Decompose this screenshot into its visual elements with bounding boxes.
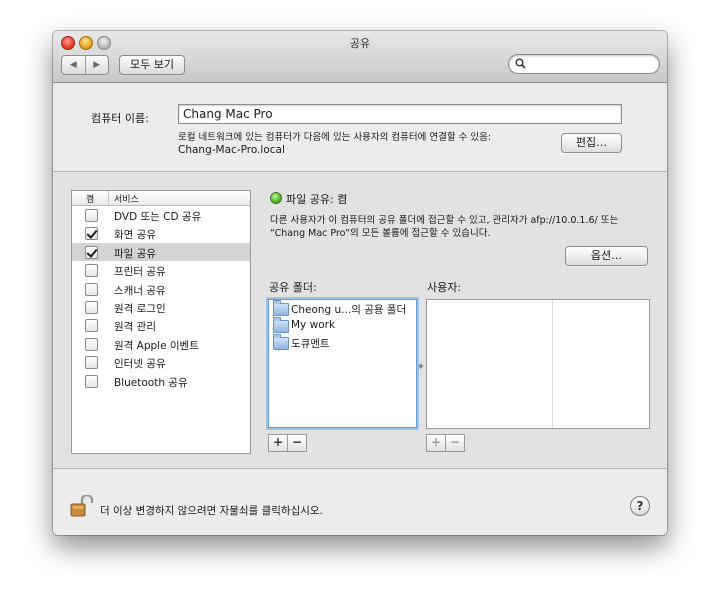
service-checkbox[interactable] xyxy=(85,264,98,278)
file-sharing-info-line: 다른 사용자가 이 컴퓨터의 공유 폴더에 접근할 수 있고, 관리자가 afp… xyxy=(270,215,619,226)
title-bar: 공유 ◀ ▶ 모두 보기 xyxy=(53,31,667,83)
service-row[interactable]: 스캐너 공유 xyxy=(72,280,250,298)
service-label: 원격 관리 xyxy=(114,321,156,334)
preferences-window: 공유 ◀ ▶ 모두 보기 컴퓨터 이름: Chang Mac Pro 로컬 네트… xyxy=(53,31,667,535)
service-label: 인터넷 공유 xyxy=(114,358,166,371)
help-button[interactable]: ? xyxy=(630,496,650,516)
service-row[interactable]: 인터넷 공유 xyxy=(72,353,250,371)
footer-bar: 더 이상 변경하지 않으려면 자물쇠를 클릭하십시오. ? xyxy=(53,469,667,535)
forward-icon[interactable]: ▶ xyxy=(84,56,109,74)
shared-folders-label: 공유 폴더: xyxy=(269,281,317,294)
column-divider xyxy=(108,191,109,205)
service-row[interactable]: 원격 로그인 xyxy=(72,298,250,316)
file-sharing-info: 다른 사용자가 이 컴퓨터의 공유 폴더에 접근할 수 있고, 관리자가 afp… xyxy=(270,214,655,240)
service-checkbox[interactable] xyxy=(85,227,98,241)
computer-name-section: 컴퓨터 이름: Chang Mac Pro 로컬 네트워크에 있는 컴퓨터가 다… xyxy=(53,83,667,172)
users-label: 사용자: xyxy=(427,281,462,294)
folder-icon xyxy=(273,334,289,350)
unlocked-padlock-icon[interactable] xyxy=(70,495,94,517)
add-user-button[interactable]: + xyxy=(426,434,446,452)
service-list-header: 켬 서비스 xyxy=(72,191,250,206)
service-list: 켬 서비스 DVD 또는 CD 공유화면 공유파일 공유프린터 공유스캐너 공유… xyxy=(71,190,251,454)
shared-folders-list[interactable]: Cheong u...의 공용 폴더 My work 도큐멘트 xyxy=(268,299,417,428)
folder-icon xyxy=(273,300,289,316)
service-checkbox[interactable] xyxy=(85,300,98,314)
user-add-remove: + − xyxy=(426,434,465,452)
service-row[interactable]: 파일 공유 xyxy=(72,242,250,262)
service-rows: DVD 또는 CD 공유화면 공유파일 공유프린터 공유스캐너 공유원격 로그인… xyxy=(72,206,250,390)
folder-icon xyxy=(273,317,289,333)
file-sharing-status: 파일 공유: 켬 xyxy=(286,193,348,206)
service-label: 프린터 공유 xyxy=(114,266,166,279)
edit-button[interactable]: 편집… xyxy=(561,133,622,153)
back-forward-control: ◀ ▶ xyxy=(61,55,109,75)
folder-add-remove: + − xyxy=(268,434,307,452)
column-header-on[interactable]: 켬 xyxy=(86,192,94,205)
folder-row[interactable]: Cheong u...의 공용 폴더 xyxy=(269,300,416,317)
split-resize-handle[interactable]: ◆ xyxy=(418,362,423,370)
service-checkbox[interactable] xyxy=(85,209,98,222)
service-row[interactable]: Bluetooth 공유 xyxy=(72,372,250,390)
service-label: Bluetooth 공유 xyxy=(114,376,188,389)
users-list[interactable] xyxy=(426,299,650,429)
remove-user-button[interactable]: − xyxy=(446,434,465,452)
service-row[interactable]: 원격 Apple 이벤트 xyxy=(72,335,250,353)
file-sharing-info-line: “Chang Mac Pro”의 모든 볼륨에 접근할 수 있습니다. xyxy=(270,228,491,239)
service-label: DVD 또는 CD 공유 xyxy=(114,211,202,223)
computer-name-field[interactable]: Chang Mac Pro xyxy=(178,104,622,124)
service-checkbox[interactable] xyxy=(85,319,98,333)
service-checkbox[interactable] xyxy=(85,374,98,388)
folder-name: 도큐멘트 xyxy=(291,338,330,350)
lock-message: 더 이상 변경하지 않으려면 자물쇠를 클릭하십시오. xyxy=(100,505,323,517)
service-row[interactable]: 프린터 공유 xyxy=(72,261,250,279)
folder-row[interactable]: 도큐멘트 xyxy=(269,334,416,351)
service-checkbox[interactable] xyxy=(85,282,98,296)
folder-row[interactable]: My work xyxy=(269,317,416,334)
search-icon xyxy=(515,58,526,69)
service-label: 원격 로그인 xyxy=(114,302,166,315)
folder-name: My work xyxy=(291,319,336,331)
service-checkbox[interactable] xyxy=(85,356,98,370)
search-field[interactable] xyxy=(508,54,660,74)
service-label: 스캐너 공유 xyxy=(114,284,166,297)
users-column-divider xyxy=(552,300,553,428)
service-row[interactable]: 원격 관리 xyxy=(72,316,250,334)
remove-folder-button[interactable]: − xyxy=(288,434,307,452)
column-header-service[interactable]: 서비스 xyxy=(114,192,139,205)
back-icon[interactable]: ◀ xyxy=(62,56,85,74)
folder-name: Cheong u...의 공용 폴더 xyxy=(291,304,407,316)
add-folder-button[interactable]: + xyxy=(268,434,288,452)
service-row[interactable]: 화면 공유 xyxy=(72,224,250,242)
show-all-button[interactable]: 모두 보기 xyxy=(119,55,185,75)
window-title: 공유 xyxy=(349,37,371,50)
service-row[interactable]: DVD 또는 CD 공유 xyxy=(72,206,250,224)
computer-name-label: 컴퓨터 이름: xyxy=(91,112,149,125)
options-button[interactable]: 옵션… xyxy=(565,246,648,266)
service-checkbox[interactable] xyxy=(85,245,98,259)
computer-name-description: 로컬 네트워크에 있는 컴퓨터가 다음에 있는 사용자의 컴퓨터에 연결할 수 … xyxy=(178,132,492,143)
service-label: 화면 공유 xyxy=(114,229,156,242)
sharing-pane: 켬 서비스 DVD 또는 CD 공유화면 공유파일 공유프린터 공유스캐너 공유… xyxy=(53,172,667,469)
service-checkbox[interactable] xyxy=(85,337,98,351)
local-hostname: Chang-Mac-Pro.local xyxy=(178,144,285,156)
status-indicator xyxy=(270,192,282,204)
service-label: 파일 공유 xyxy=(114,247,156,260)
service-label: 원격 Apple 이벤트 xyxy=(114,339,199,352)
